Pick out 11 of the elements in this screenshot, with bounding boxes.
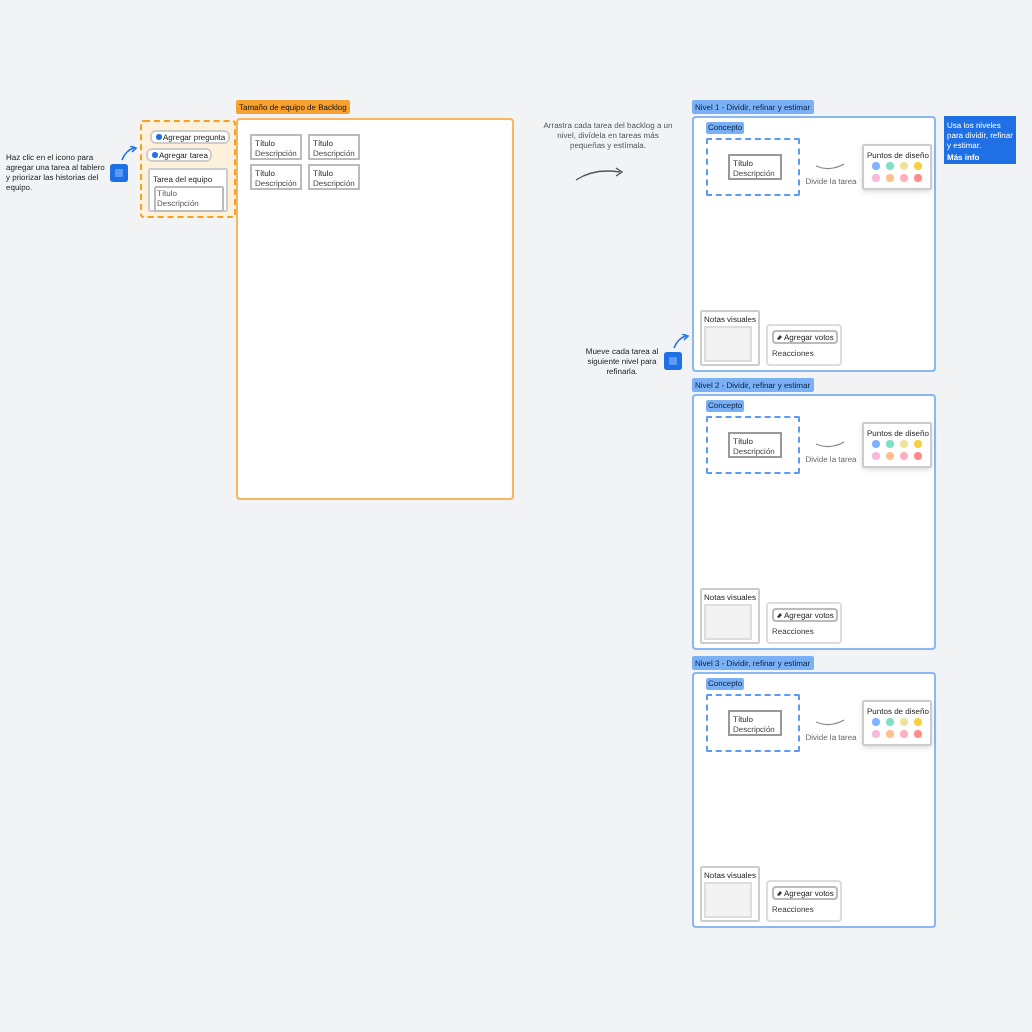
wave-line-icon <box>814 440 846 450</box>
pen-icon <box>776 612 782 618</box>
wave-line-icon <box>814 162 846 172</box>
wave-line-icon <box>814 718 846 728</box>
pen-icon <box>776 890 782 896</box>
pen-icon <box>776 334 782 340</box>
sticky-note-icon <box>110 164 128 182</box>
curved-arrow-icon <box>574 166 624 182</box>
arrow-icon <box>672 334 690 350</box>
arrow-icon <box>120 146 138 162</box>
sticky-note-icon <box>664 352 682 370</box>
